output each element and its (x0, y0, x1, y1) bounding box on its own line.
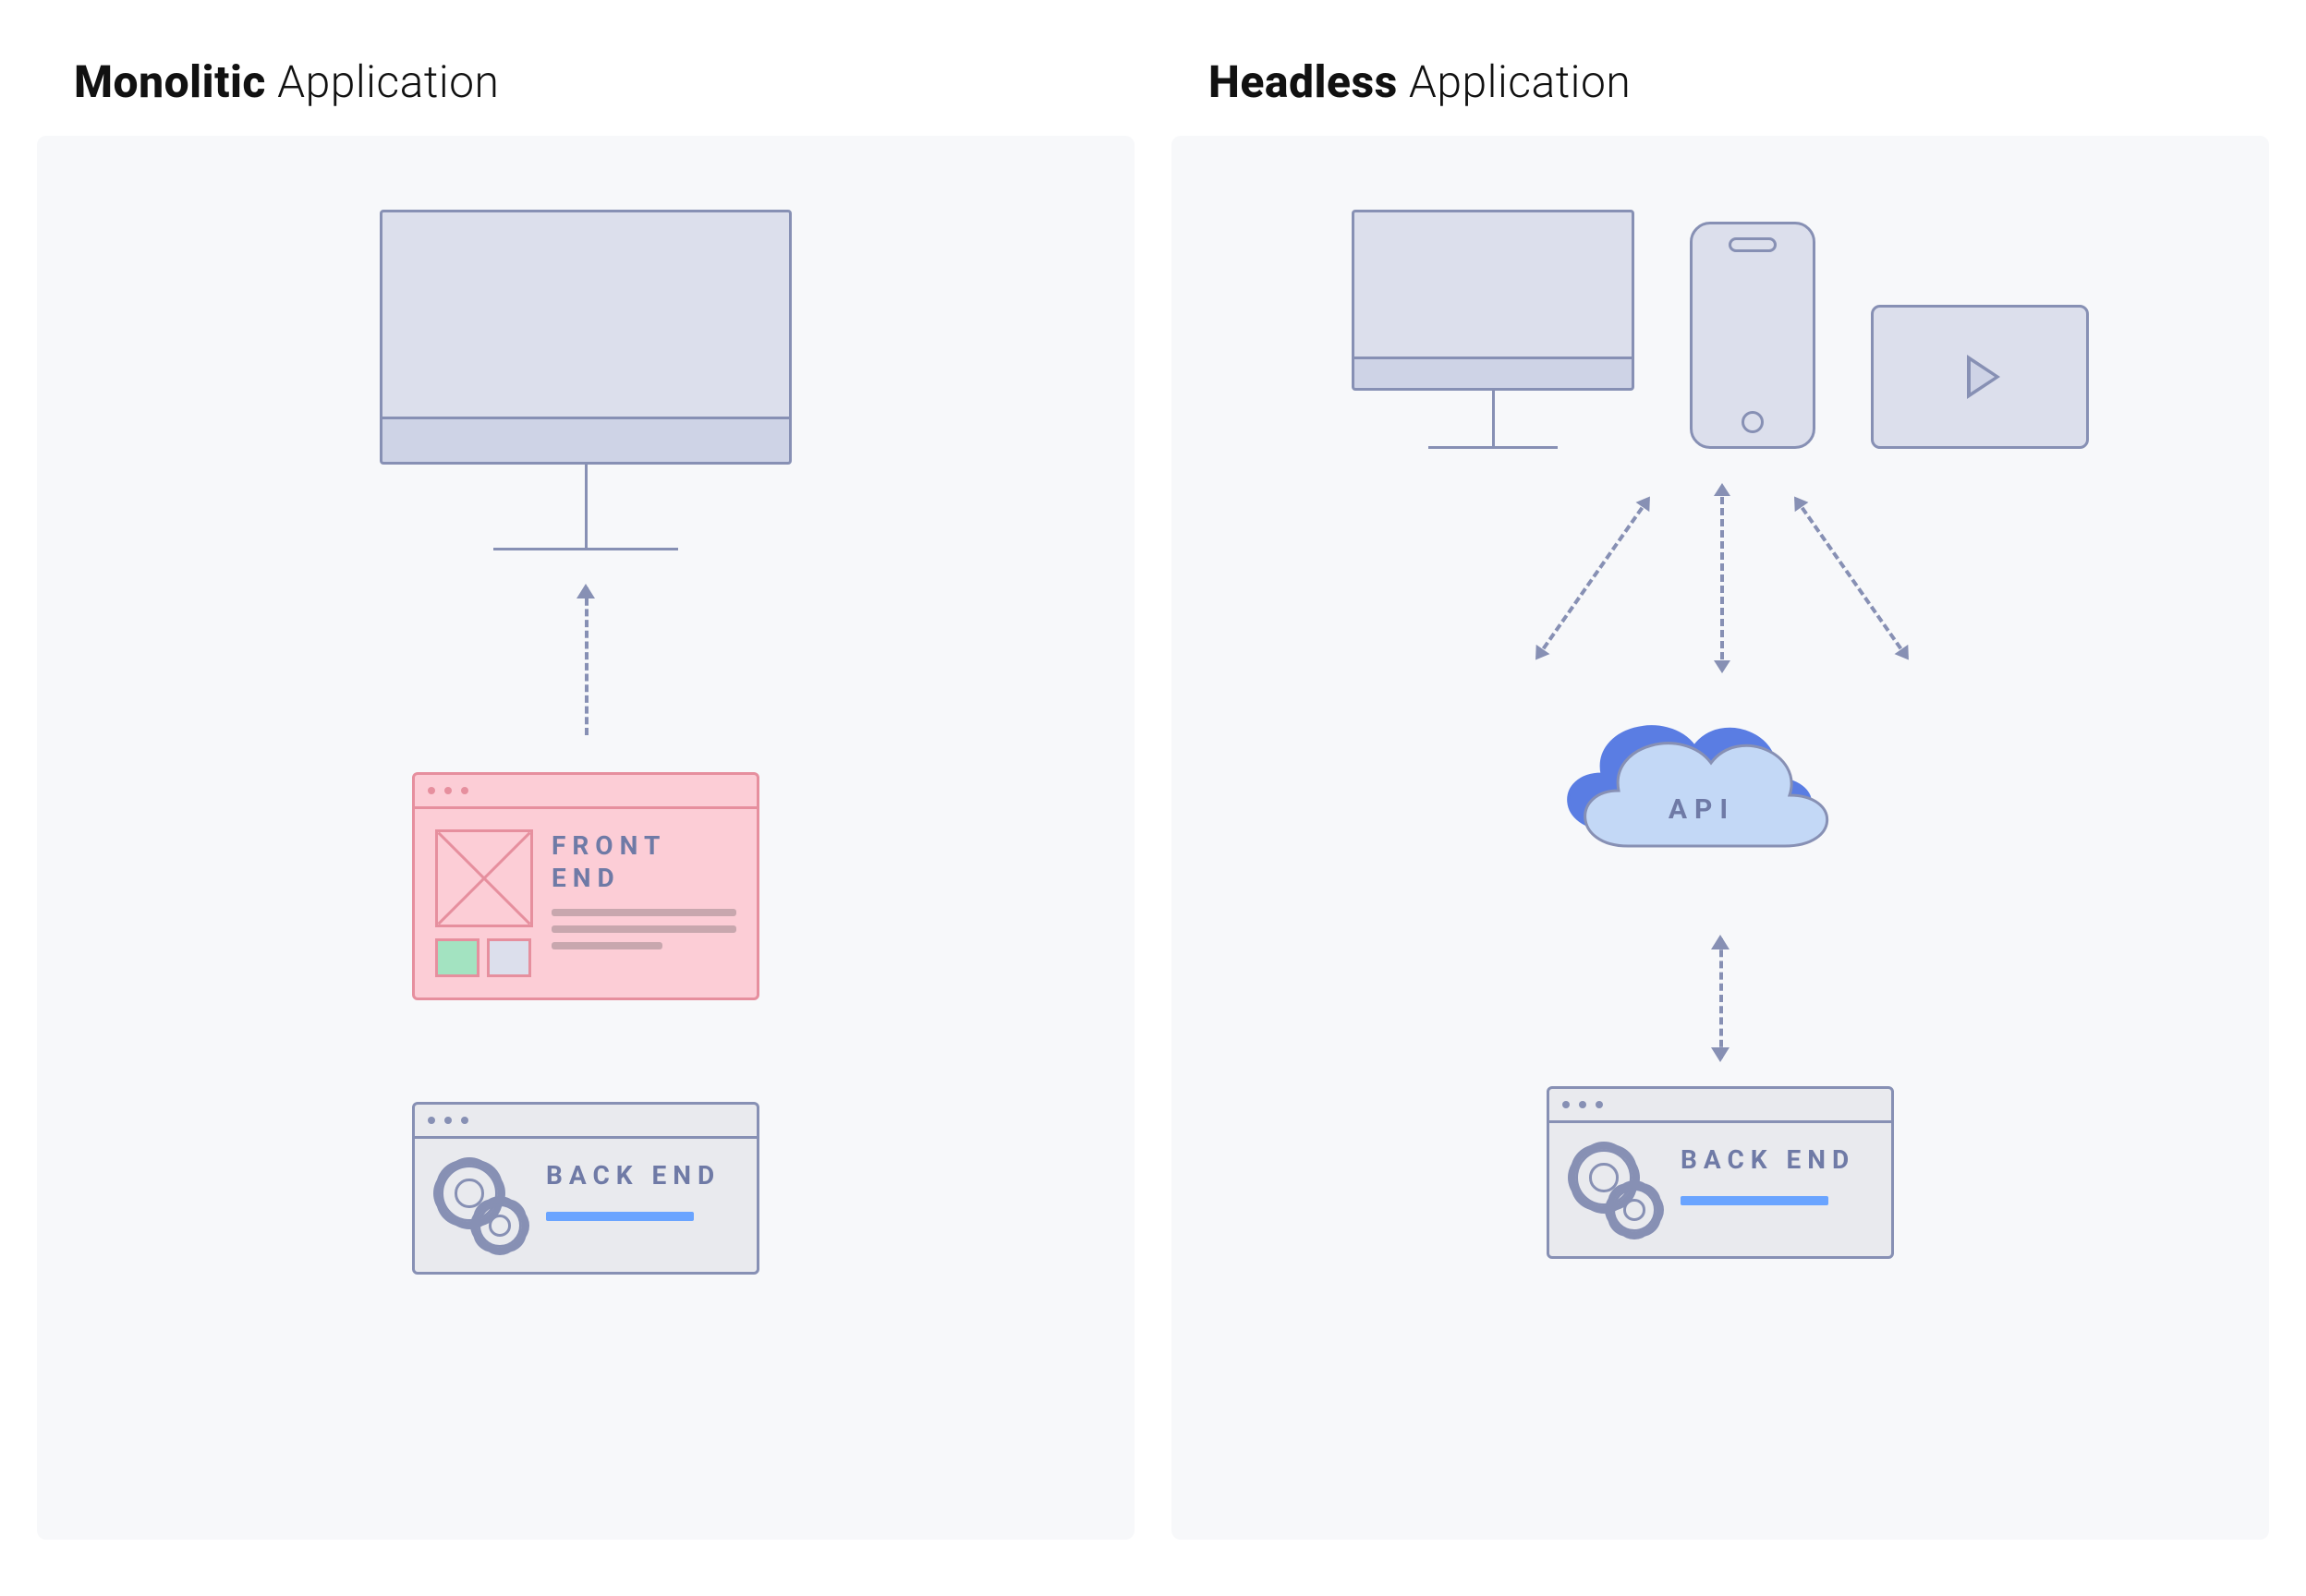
arrow-to-video-icon (1794, 498, 1909, 659)
window-titlebar (1549, 1089, 1891, 1123)
monolithic-title: Monolitic Application (74, 55, 1135, 108)
swatch-green-icon (435, 938, 479, 977)
wireframe-icon (435, 829, 533, 927)
video-player-icon (1871, 305, 2089, 449)
monitor-icon (1352, 210, 1634, 449)
backend-label: BACK END (1681, 1143, 1871, 1176)
cloud-front-icon: API (1554, 707, 1850, 874)
play-icon (1967, 355, 2000, 399)
backend-window: BACK END (412, 1102, 759, 1275)
arrow-up-icon (585, 587, 588, 735)
api-cloud: API (1554, 707, 1887, 911)
headless-column: Headless Application (1171, 55, 2269, 1540)
backend-label: BACK END (546, 1159, 736, 1191)
frontend-label: FRONT END (552, 829, 736, 894)
phone-icon (1690, 222, 1815, 449)
monolithic-column: Monolitic Application (37, 55, 1135, 1540)
arrows-fan (1434, 477, 2007, 680)
headless-title: Headless Application (1208, 55, 2269, 108)
backend-window: BACK END (1547, 1086, 1894, 1259)
devices-row (1352, 210, 2089, 449)
api-label: API (1554, 707, 1850, 874)
arrow-to-monitor-icon (1535, 498, 1650, 659)
gears-icon (435, 1159, 528, 1251)
window-titlebar (415, 775, 757, 809)
frontend-window: FRONT END (412, 772, 759, 1000)
placeholder-lines (552, 909, 736, 949)
diagram-root: Monolitic Application (37, 55, 2269, 1540)
headless-panel: API BACK END (1171, 136, 2269, 1540)
underline-accent (546, 1212, 694, 1221)
monolithic-panel: FRONT END BAC (37, 136, 1135, 1540)
swatch-lavender-icon (487, 938, 531, 977)
gears-icon (1570, 1143, 1662, 1236)
underline-accent (1681, 1196, 1828, 1205)
arrow-to-phone-icon (1720, 486, 1724, 671)
arrow-bi-icon (1719, 938, 1722, 1058)
monitor-icon (380, 210, 792, 550)
window-titlebar (415, 1105, 757, 1139)
